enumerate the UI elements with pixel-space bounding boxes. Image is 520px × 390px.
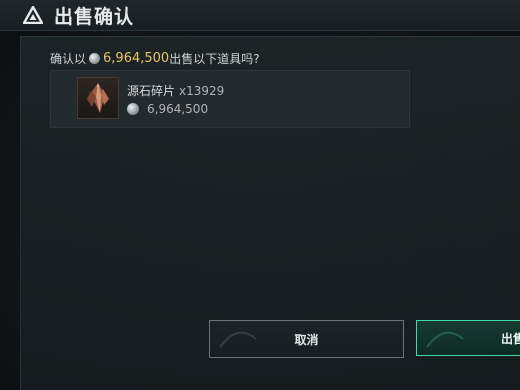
item-quantity: x13929	[179, 84, 225, 98]
button-deco-icon	[219, 331, 257, 348]
item-price-line: 6,964,500	[127, 102, 208, 116]
sell-label: 出售	[501, 331, 520, 346]
item-price: 6,964,500	[147, 102, 209, 116]
coin-icon	[127, 103, 139, 115]
page-title: 出售确认	[54, 5, 135, 28]
crystal-shard-icon	[77, 77, 119, 119]
item-name-line: 源石碎片 x13929	[127, 82, 224, 99]
sell-button[interactable]: 出售	[416, 320, 520, 356]
cancel-button[interactable]: 取消	[209, 320, 404, 358]
sell-confirm-screen: 出售确认 确认以 6,964,500 出售以下道具吗? 源石碎片 x13929 6…	[0, 0, 520, 390]
item-card: 源石碎片 x13929 6,964,500	[50, 70, 410, 128]
coin-icon	[89, 53, 101, 64]
confirm-suffix: 出售以下道具吗?	[169, 52, 260, 66]
button-deco-icon	[426, 331, 464, 348]
confirm-amount: 6,964,500	[103, 51, 170, 66]
triangle-logo-icon	[22, 4, 44, 26]
cancel-label: 取消	[294, 332, 319, 347]
header-bar: 出售确认	[0, 0, 520, 31]
confirm-message: 确认以 6,964,500 出售以下道具吗?	[50, 50, 260, 67]
confirm-prefix: 确认以	[50, 52, 87, 66]
item-name: 源石碎片	[127, 84, 176, 98]
